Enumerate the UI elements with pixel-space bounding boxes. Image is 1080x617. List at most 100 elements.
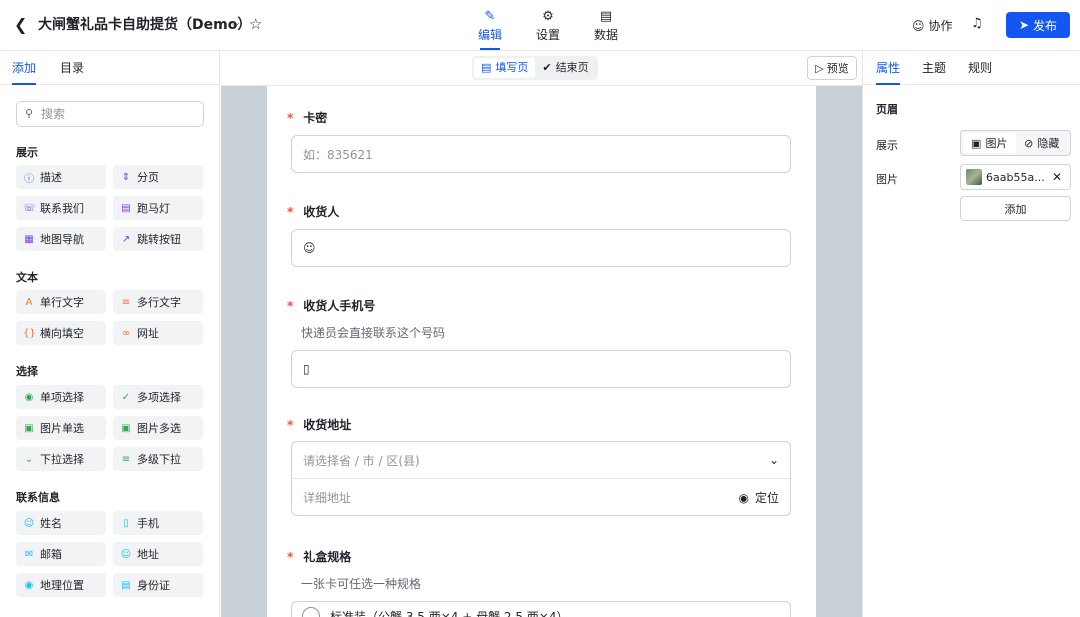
display-image-option[interactable]: ▣ 图片 xyxy=(963,133,1016,153)
tab-end-page[interactable]: ✔ 结束页 xyxy=(535,58,595,78)
image-file-chip[interactable]: 6aab55a... ✕ xyxy=(960,164,1071,190)
card-code-input[interactable]: 如：835621 xyxy=(291,135,791,173)
address-field: 请选择省 / 市 / 区(县) ⌄ 详细地址 ◉ 定位 xyxy=(291,441,791,516)
component-label: 姓名 xyxy=(40,517,62,530)
component-id-card[interactable]: ▤ 身份证 xyxy=(113,573,203,597)
region-select[interactable]: 请选择省 / 市 / 区(县) ⌄ xyxy=(292,442,790,479)
tab-add[interactable]: 添加 xyxy=(12,51,37,85)
component-dropdown[interactable]: ⌄ 下拉选择 xyxy=(16,447,106,471)
question-phone[interactable]: * 收货人手机号 快递员会直接联系这个号码 ▯ xyxy=(287,298,797,388)
chevron-down-icon[interactable]: ⌵ xyxy=(231,17,239,31)
star-icon[interactable]: ☆ xyxy=(249,15,262,33)
image-multi-icon: ▣ xyxy=(121,422,131,434)
receiver-input[interactable]: ☺ xyxy=(291,229,791,267)
tab-fill-page[interactable]: ▤ 填写页 xyxy=(474,58,536,78)
publish-button[interactable]: ➤ 发布 xyxy=(1006,12,1070,38)
component-pagination[interactable]: ⇕ 分页 xyxy=(113,165,203,189)
component-image-multi[interactable]: ▣ 图片多选 xyxy=(113,416,203,440)
component-label: 联系我们 xyxy=(40,202,84,215)
publish-label: 发布 xyxy=(1033,18,1058,33)
component-image-single[interactable]: ▣ 图片单选 xyxy=(16,416,106,440)
group-title-text: 文本 xyxy=(16,271,38,284)
component-marquee[interactable]: ▤ 跑马灯 xyxy=(113,196,203,220)
nav-tab-data[interactable]: ▤ 数据 xyxy=(588,8,624,50)
pencil-icon: ✎ xyxy=(484,9,496,24)
collaborate-button[interactable]: ☺ 协作 xyxy=(912,17,953,34)
component-cascade[interactable]: ≡ 多级下拉 xyxy=(113,447,203,471)
section-title: 页眉 xyxy=(876,103,898,116)
component-multi-choice[interactable]: ✓ 多项选择 xyxy=(113,385,203,409)
component-single-line[interactable]: A 单行文字 xyxy=(16,290,106,314)
question-title: * 收货人手机号 xyxy=(287,298,797,314)
image-file-name: 6aab55a... xyxy=(986,170,1045,184)
detail-address-input[interactable]: 详细地址 ◉ 定位 xyxy=(292,479,790,516)
form-stage: * 卡密 如：835621 * 收货人 ☺ * 收货人手机号 快递员会直接联系这个号码… xyxy=(221,86,862,617)
nav-tab-edit[interactable]: ✎ 编辑 xyxy=(472,8,508,50)
text-icon: A xyxy=(25,296,33,308)
external-link-icon: ↗ xyxy=(121,233,131,245)
component-description[interactable]: ⓘ 描述 xyxy=(16,165,106,189)
back-arrow-icon[interactable]: ❮ xyxy=(14,16,32,34)
main-nav: ✎ 编辑 ⚙ 设置 ▤ 数据 xyxy=(472,8,624,50)
component-address[interactable]: ☺ 地址 xyxy=(113,542,203,566)
component-label: 描述 xyxy=(40,171,62,184)
person-icon: ☺ xyxy=(303,241,316,255)
property-panel: 属性 主题 规则 页眉 展示 ▣ 图片 ⊘ 隐藏 图片 6aab55a... ✕ 添… xyxy=(862,51,1080,617)
component-jump-button[interactable]: ↗ 跳转按钮 xyxy=(113,227,203,251)
component-email[interactable]: ✉ 邮箱 xyxy=(16,542,106,566)
component-label: 横向填空 xyxy=(40,327,84,340)
component-mobile[interactable]: ▯ 手机 xyxy=(113,511,203,535)
tab-rules[interactable]: 规则 xyxy=(968,51,992,84)
component-label: 网址 xyxy=(137,327,159,340)
component-name[interactable]: ☺ 姓名 xyxy=(16,511,106,535)
gear-icon: ⚙ xyxy=(542,9,554,24)
image-icon: ▣ xyxy=(24,422,34,434)
component-map-nav[interactable]: ▦ 地图导航 xyxy=(16,227,106,251)
search-input[interactable]: ⚲ 搜索 xyxy=(16,101,204,127)
group-choice-grid: ◉ 单项选择 ✓ 多项选择 ▣ 图片单选 ▣ 图片多选 ⌄ 下拉选择 ≡ 多级下拉 xyxy=(16,385,204,471)
locate-label: 定位 xyxy=(754,491,779,505)
preview-button[interactable]: ▷ 预览 xyxy=(807,56,857,80)
nav-tab-settings[interactable]: ⚙ 设置 xyxy=(530,8,566,50)
question-card-code[interactable]: * 卡密 如：835621 xyxy=(287,110,797,173)
close-icon[interactable]: ✕ xyxy=(1052,170,1062,184)
search-icon: ⚲ xyxy=(25,107,34,120)
editor-canvas: ▤ 填写页 ✔ 结束页 ▷ 预览 * 卡密 如：835621 * 收货人 ☺ * 收货人手机… xyxy=(221,51,862,617)
required-mark: * xyxy=(287,205,294,219)
display-hide-option[interactable]: ⊘ 隐藏 xyxy=(1016,133,1069,153)
phone-icon: ▯ xyxy=(303,362,310,376)
question-title: * 礼盒规格 xyxy=(287,549,797,565)
add-image-button[interactable]: 添加 xyxy=(960,196,1071,221)
image-thumbnail xyxy=(966,169,982,185)
component-geolocation[interactable]: ◉ 地理位置 xyxy=(16,573,106,597)
person-icon: ☺ xyxy=(23,517,35,529)
phone-input[interactable]: ▯ xyxy=(291,350,791,388)
component-label: 多项选择 xyxy=(137,391,181,404)
check-circle-icon: ✔ xyxy=(542,61,552,74)
bell-icon[interactable]: ♫ xyxy=(971,16,983,31)
tab-properties[interactable]: 属性 xyxy=(876,51,901,85)
component-url[interactable]: ∞ 网址 xyxy=(113,321,203,345)
form-title: 大闸蟹礼品卡自助提货（Demo） xyxy=(38,17,252,33)
mail-icon: ✉ xyxy=(24,548,34,560)
component-contact-us[interactable]: ☏ 联系我们 xyxy=(16,196,106,220)
component-label: 分页 xyxy=(137,171,159,184)
chevron-down-icon: ⌄ xyxy=(768,453,779,467)
person-pin-icon: ☺ xyxy=(120,548,132,560)
component-label: 下拉选择 xyxy=(40,453,84,466)
radio-circle[interactable] xyxy=(302,607,320,617)
spec-option[interactable]: 标准装（公蟹 3.5 两×4 + 母蟹 2.5 两×4） xyxy=(291,601,791,617)
question-spec[interactable]: * 礼盒规格 一张卡可任选一种规格 标准装（公蟹 3.5 两×4 + 母蟹 2.5… xyxy=(287,549,797,617)
component-single-choice[interactable]: ◉ 单项选择 xyxy=(16,385,106,409)
component-label: 跳转按钮 xyxy=(137,233,181,246)
component-multi-line[interactable]: ≡ 多行文字 xyxy=(113,290,203,314)
locate-button[interactable]: ◉ 定位 xyxy=(739,489,780,506)
detail-placeholder: 详细地址 xyxy=(303,491,352,505)
display-label: 展示 xyxy=(876,139,898,152)
component-fill-blank[interactable]: {} 横向填空 xyxy=(16,321,106,345)
group-contact-grid: ☺ 姓名 ▯ 手机 ✉ 邮箱 ☺ 地址 ◉ 地理位置 ▤ 身份证 xyxy=(16,511,204,597)
question-address[interactable]: * 收货地址 请选择省 / 市 / 区(县) ⌄ 详细地址 ◉ 定位 xyxy=(287,417,797,516)
tab-outline[interactable]: 目录 xyxy=(60,51,84,84)
question-receiver[interactable]: * 收货人 ☺ xyxy=(287,204,797,267)
tab-theme[interactable]: 主题 xyxy=(922,51,946,84)
